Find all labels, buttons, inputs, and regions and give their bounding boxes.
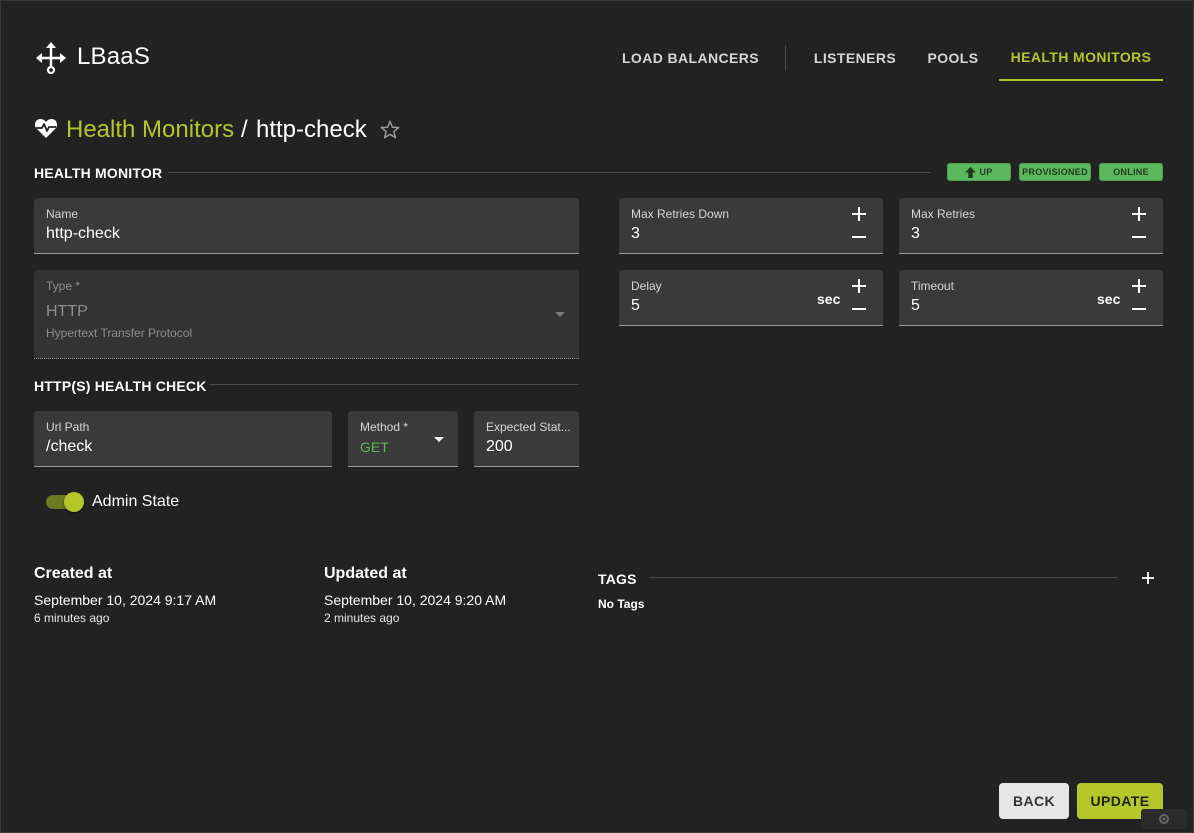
type-select-value: HTTP — [46, 303, 88, 320]
breadcrumb-separator: / — [241, 116, 248, 143]
nav-load-balancers[interactable]: LOAD BALANCERS — [613, 35, 768, 81]
timeout-unit: sec — [1097, 291, 1121, 307]
delay-value[interactable]: 5 — [631, 297, 640, 315]
nav-pools[interactable]: POOLS — [915, 35, 991, 81]
back-button[interactable]: BACK — [999, 783, 1069, 819]
no-tags-text: No Tags — [598, 597, 645, 611]
max-retries-value[interactable]: 3 — [911, 225, 920, 243]
tags-section-title: TAGS — [598, 571, 637, 587]
max-retries-down-label: Max Retries Down — [631, 207, 730, 221]
http-check-section-title: HTTP(S) HEALTH CHECK — [34, 378, 207, 394]
minus-icon[interactable] — [1130, 300, 1148, 318]
minus-icon[interactable] — [850, 228, 868, 246]
url-path-value[interactable]: /check — [46, 438, 92, 456]
heart-pulse-icon — [34, 119, 58, 138]
delay-unit: sec — [817, 291, 841, 307]
admin-state-toggle-knob[interactable] — [64, 492, 84, 512]
method-select-label: Method * — [360, 420, 409, 434]
app-title: LBaaS — [77, 43, 151, 70]
plus-icon[interactable] — [850, 205, 868, 223]
chevron-down-icon — [555, 312, 565, 317]
status-badge-up-label: UP — [979, 167, 993, 177]
url-path-label: Url Path — [46, 420, 90, 434]
chevron-down-icon[interactable] — [434, 437, 444, 442]
max-retries-field[interactable]: Max Retries 3 — [899, 198, 1163, 254]
created-at-relative: 6 minutes ago — [34, 611, 110, 625]
arrow-up-icon — [965, 166, 977, 178]
timeout-label: Timeout — [911, 279, 954, 293]
section-divider — [209, 384, 579, 385]
nav-health-monitors[interactable]: HEALTH MONITORS — [999, 35, 1163, 81]
delay-field[interactable]: Delay 5 sec — [619, 270, 883, 326]
max-retries-down-value[interactable]: 3 — [631, 225, 640, 243]
timeout-value[interactable]: 5 — [911, 297, 920, 315]
updated-at-relative: 2 minutes ago — [324, 611, 400, 625]
method-select-value[interactable]: GET — [360, 439, 389, 455]
nav-divider — [785, 45, 786, 71]
max-retries-label: Max Retries — [911, 207, 976, 221]
updated-at-heading: Updated at — [324, 565, 407, 582]
add-tag-plus-icon[interactable] — [1140, 570, 1156, 586]
status-badge-provisioned: PROVISIONED — [1019, 163, 1091, 181]
name-field-label: Name — [46, 207, 79, 221]
max-retries-down-field[interactable]: Max Retries Down 3 — [619, 198, 883, 254]
type-select-description: Hypertext Transfer Protocol — [46, 326, 193, 340]
created-at-date: September 10, 2024 9:17 AM — [34, 592, 217, 608]
plus-icon[interactable] — [1130, 277, 1148, 295]
breadcrumb-parent-link[interactable]: Health Monitors — [66, 116, 234, 144]
breadcrumb-current: http-check — [256, 116, 367, 143]
updated-at-date: September 10, 2024 9:20 AM — [324, 592, 507, 608]
name-field[interactable]: Name http-check — [34, 198, 579, 254]
admin-state-label: Admin State — [92, 493, 180, 510]
minus-icon[interactable] — [850, 300, 868, 318]
gear-icon — [1159, 814, 1169, 824]
minus-icon[interactable] — [1130, 228, 1148, 246]
plus-icon[interactable] — [850, 277, 868, 295]
health-monitor-section-title: HEALTH MONITOR — [34, 165, 163, 181]
status-badge-online: ONLINE — [1099, 163, 1163, 181]
section-divider — [168, 172, 931, 173]
expected-status-label: Expected Stat... — [486, 420, 571, 434]
star-icon[interactable] — [379, 119, 401, 141]
expected-status-value[interactable]: 200 — [486, 438, 513, 456]
timeout-field[interactable]: Timeout 5 sec — [899, 270, 1163, 326]
type-select: Type * HTTP Hypertext Transfer Protocol — [34, 270, 579, 359]
delay-label: Delay — [631, 279, 662, 293]
section-divider — [649, 577, 1117, 578]
name-field-value[interactable]: http-check — [46, 225, 120, 243]
network-hub-icon — [36, 42, 66, 74]
created-at-heading: Created at — [34, 565, 113, 582]
expected-status-field[interactable]: Expected Stat... 200 — [474, 411, 579, 467]
corner-widget — [1141, 809, 1187, 829]
method-select[interactable]: Method * GET — [348, 411, 458, 467]
nav-listeners[interactable]: LISTENERS — [803, 35, 907, 81]
status-badge-up: UP — [947, 163, 1011, 181]
plus-icon[interactable] — [1130, 205, 1148, 223]
url-path-field[interactable]: Url Path /check — [34, 411, 332, 467]
type-select-label: Type * — [46, 279, 81, 293]
